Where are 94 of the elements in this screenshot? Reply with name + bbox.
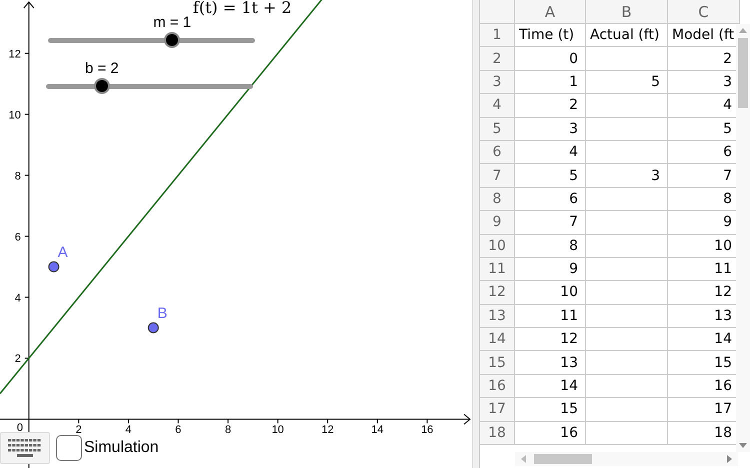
row-header[interactable]: 16 <box>480 374 515 398</box>
axis-tick-label: 12 <box>8 48 21 60</box>
checkbox[interactable] <box>56 435 82 461</box>
row-header[interactable]: 18 <box>480 422 515 446</box>
row-header[interactable]: 13 <box>480 304 515 328</box>
table-cell[interactable]: 4 <box>515 140 586 164</box>
scrollbar-thumb[interactable] <box>534 454 592 464</box>
table-cell[interactable] <box>586 234 668 258</box>
slider-handle[interactable] <box>94 78 110 94</box>
table-cell[interactable] <box>586 328 668 352</box>
table-cell[interactable]: 13 <box>515 351 586 375</box>
table-cell[interactable] <box>586 304 668 328</box>
table-cell[interactable] <box>586 258 668 282</box>
axis-tick-label: 12 <box>321 424 334 436</box>
table-cell[interactable]: 6 <box>515 188 586 212</box>
axis-tick-label: 8 <box>224 424 232 436</box>
axis-tick-label: 16 <box>421 424 434 436</box>
row-header[interactable]: 11 <box>480 258 515 282</box>
axis-tick-label: 8 <box>14 170 21 182</box>
axis-tick-label: 6 <box>14 231 21 244</box>
table-cell[interactable]: 8 <box>515 234 586 258</box>
table-cell[interactable] <box>586 211 668 235</box>
table-cell[interactable] <box>586 47 668 71</box>
scroll-up-icon <box>739 28 747 33</box>
table-cell[interactable]: 14 <box>515 374 586 398</box>
data-point[interactable] <box>148 322 159 334</box>
table-cell[interactable]: 10 <box>515 281 586 305</box>
row-header[interactable]: 2 <box>480 47 515 71</box>
table-cell[interactable]: 3 <box>515 118 586 141</box>
row-header[interactable]: 3 <box>480 70 515 94</box>
axis-tick-label: 6 <box>175 424 182 436</box>
table-cell[interactable]: 3 <box>586 164 668 188</box>
axis-tick-label: 4 <box>14 292 21 304</box>
table-cell[interactable]: 2 <box>515 94 586 118</box>
function-label: f(t) = 1t + 2 <box>192 0 292 17</box>
column-header[interactable]: B <box>586 0 668 24</box>
row-header[interactable]: 8 <box>480 188 515 212</box>
horizontal-scrollbar[interactable] <box>515 452 738 466</box>
table-cell[interactable]: 5 <box>515 164 586 188</box>
slider-label: b = 2 <box>84 60 119 77</box>
table-cell[interactable]: 5 <box>586 70 668 94</box>
table-cell[interactable] <box>586 94 668 118</box>
vertical-scrollbar[interactable] <box>736 24 750 452</box>
corner-cell[interactable] <box>480 0 515 24</box>
axis-tick-label: 14 <box>371 424 384 436</box>
axis-tick-label: 10 <box>272 424 284 436</box>
table-cell[interactable]: Actual (ft) <box>586 24 668 48</box>
row-header[interactable]: 6 <box>480 140 515 164</box>
data-point[interactable] <box>48 261 60 272</box>
axis-tick-label: 2 <box>14 353 21 366</box>
column-header[interactable]: A <box>515 0 586 24</box>
table-cell[interactable] <box>586 398 668 422</box>
table-cell[interactable]: Time (t) <box>515 24 586 48</box>
scroll-down-icon <box>739 443 747 448</box>
table-cell[interactable]: 9 <box>515 258 586 282</box>
row-header[interactable]: 5 <box>480 118 515 141</box>
table-cell[interactable]: 0 <box>515 47 586 71</box>
point-label: B <box>157 304 168 322</box>
row-header[interactable]: 12 <box>480 281 515 305</box>
row-header[interactable]: 1 <box>480 24 515 48</box>
axis-tick-label: 4 <box>125 424 132 436</box>
scrollbar-thumb[interactable] <box>738 38 748 108</box>
scroll-left-icon <box>521 455 526 463</box>
table-cell[interactable]: 11 <box>515 304 586 328</box>
slider-label: m = 1 <box>153 14 192 31</box>
slider-handle[interactable] <box>164 32 180 48</box>
table-cell[interactable] <box>586 351 668 375</box>
table-cell[interactable]: 16 <box>515 422 586 446</box>
table-cell[interactable] <box>586 140 668 164</box>
row-header[interactable]: 4 <box>480 94 515 118</box>
table-cell[interactable] <box>586 374 668 398</box>
axis-tick-label: 10 <box>8 109 21 122</box>
row-header[interactable]: 14 <box>480 328 515 352</box>
scroll-right-icon <box>727 455 732 463</box>
point-label: A <box>58 244 68 261</box>
keyboard-icon <box>8 439 42 457</box>
origin-label: 0 <box>16 422 24 436</box>
table-cell[interactable]: 15 <box>515 398 586 422</box>
row-header[interactable]: 9 <box>480 211 515 235</box>
row-header[interactable]: 17 <box>480 398 515 422</box>
row-header[interactable]: 7 <box>480 164 515 188</box>
table-cell[interactable] <box>586 422 668 446</box>
table-cell[interactable] <box>586 118 668 141</box>
row-header[interactable]: 15 <box>480 351 515 375</box>
table-cell[interactable]: 12 <box>515 328 586 352</box>
table-cell[interactable] <box>586 188 668 212</box>
table-cell[interactable]: 1 <box>515 70 586 94</box>
column-header[interactable]: C <box>668 0 740 24</box>
keyboard-button[interactable] <box>0 432 50 464</box>
table-cell[interactable]: 7 <box>515 211 586 235</box>
row-header[interactable]: 10 <box>480 234 515 258</box>
table-cell[interactable] <box>586 281 668 305</box>
axis-tick-label: 2 <box>76 424 82 436</box>
checkbox-label: Simulation <box>84 439 159 457</box>
